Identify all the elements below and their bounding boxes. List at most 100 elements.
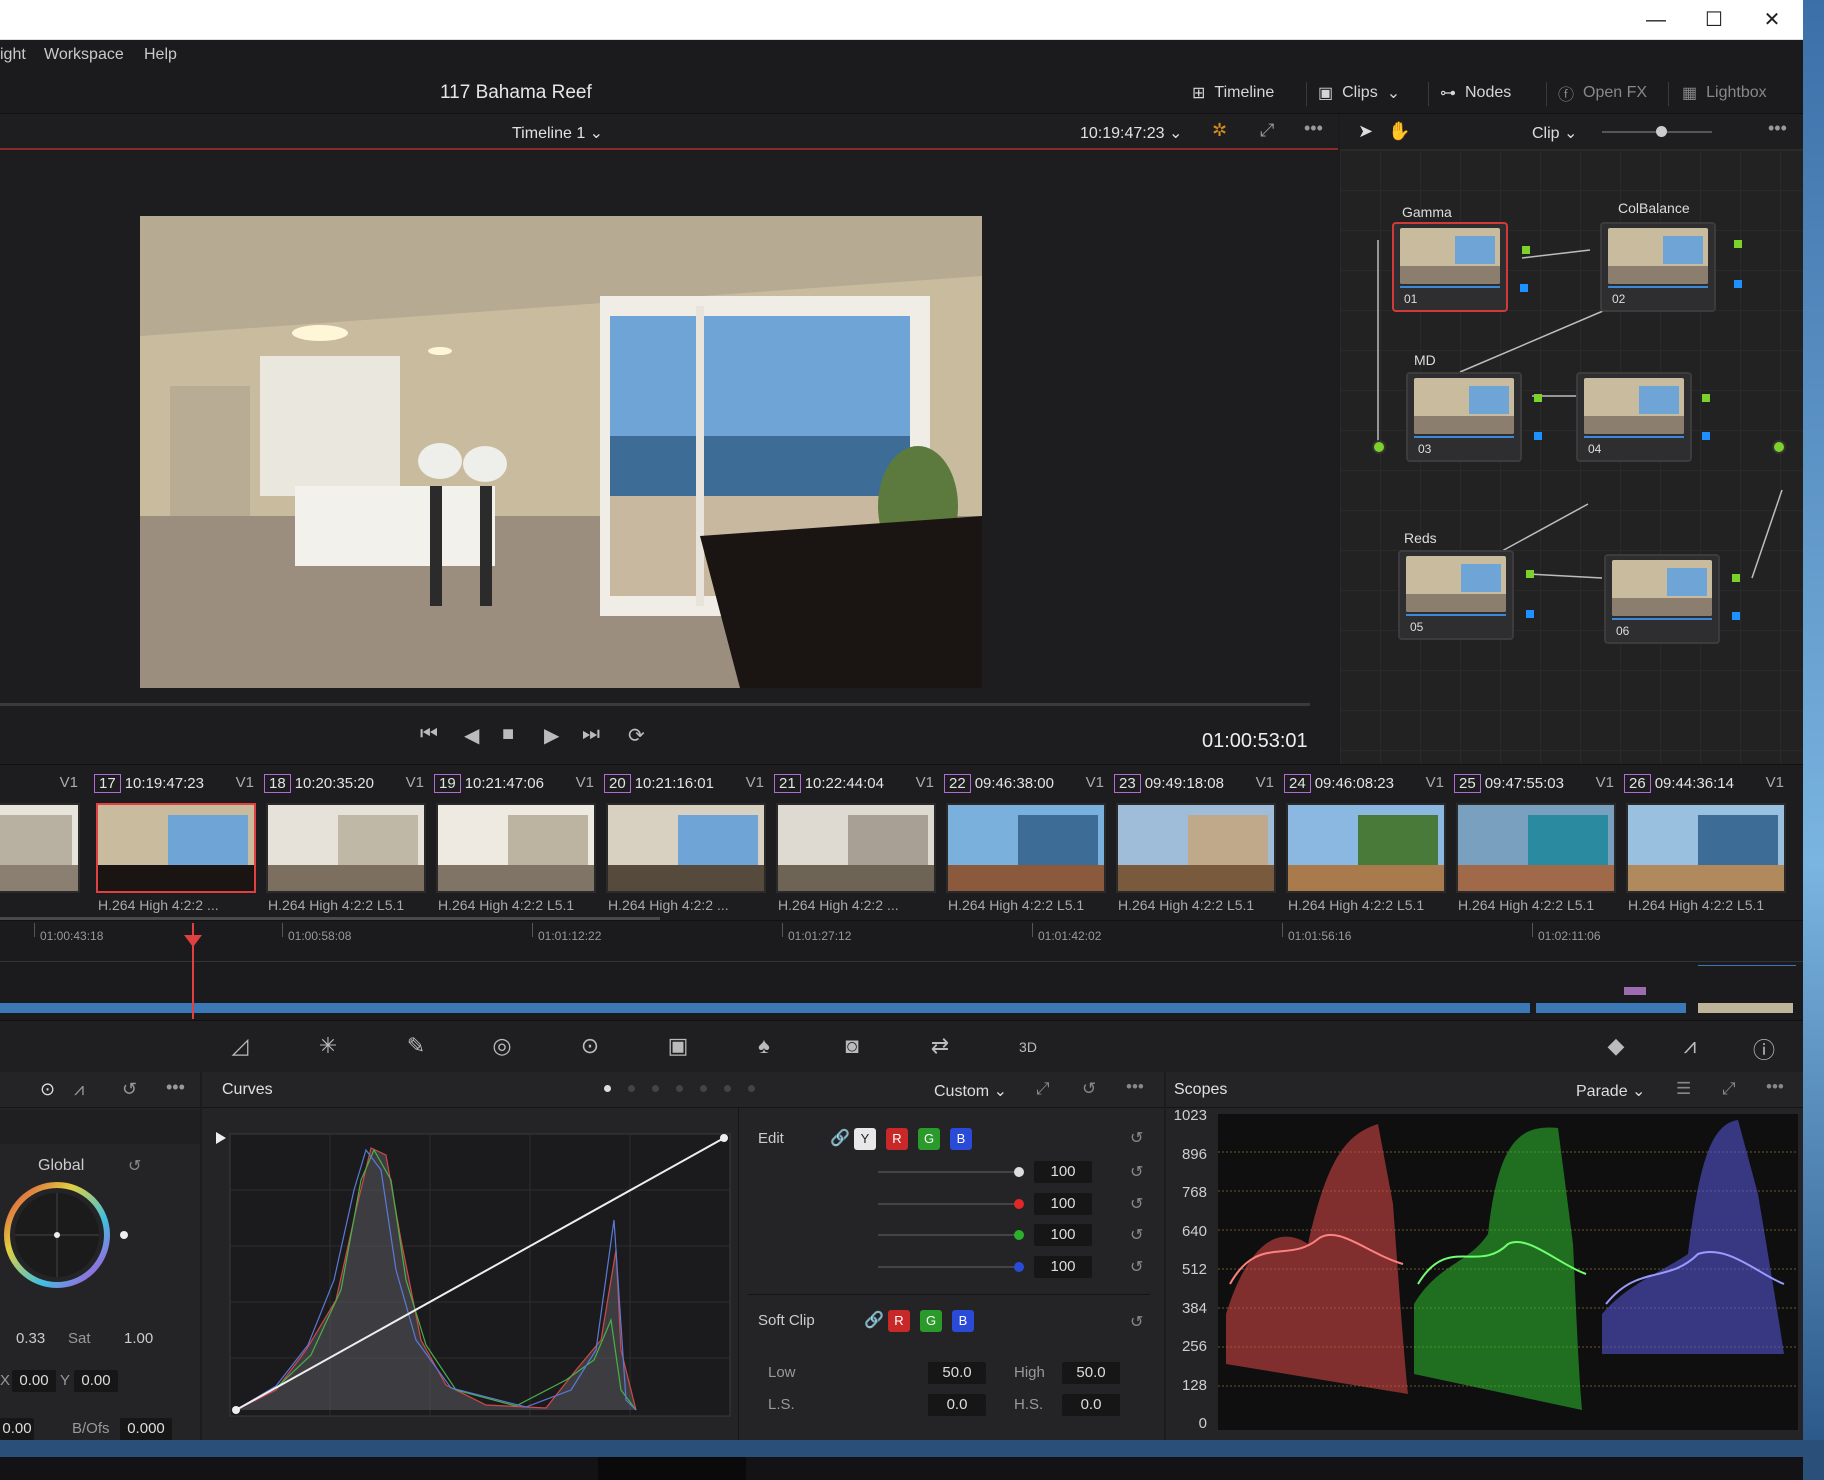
slider-handle-green[interactable] — [1014, 1230, 1024, 1240]
clip-thumbnail-item[interactable]: 22 09:46:38:00 V1 H.264 High 4:2:2 L5.1 — [944, 765, 1112, 921]
reset-icon[interactable]: ↺ — [1130, 1194, 1143, 1214]
node-output-port[interactable] — [1734, 240, 1742, 248]
tracker-icon[interactable]: ⊙ — [576, 1033, 604, 1061]
node-03[interactable]: 03 — [1406, 372, 1522, 462]
slider-handle-blue[interactable] — [1014, 1262, 1024, 1272]
menu-help[interactable]: Help — [144, 46, 177, 64]
page-dot[interactable] — [676, 1085, 683, 1092]
node-alpha-port[interactable] — [1702, 432, 1710, 440]
hs-field[interactable]: 0.0 — [1062, 1394, 1120, 1416]
more-options-icon[interactable]: ••• — [166, 1077, 185, 1098]
clip-thumbnail-item[interactable]: 19 10:21:47:06 V1 H.264 High 4:2:2 L5.1 — [434, 765, 602, 921]
clip-thumbnail-item[interactable]: 23 09:49:18:08 V1 H.264 High 4:2:2 L5.1 — [1114, 765, 1282, 921]
node-output-port[interactable] — [1534, 394, 1542, 402]
loop-icon[interactable]: ⟳ — [628, 723, 645, 748]
info-icon[interactable]: ⓘ — [1750, 1033, 1778, 1063]
node-02[interactable]: 02 — [1600, 222, 1716, 312]
timeline-toggle-button[interactable]: ⊞ Timeline — [1192, 80, 1274, 106]
source-input-port[interactable] — [1372, 440, 1386, 454]
lightbox-toggle-button[interactable]: ▦ Lightbox — [1682, 80, 1767, 106]
link-icon[interactable]: 🔗 — [830, 1128, 850, 1148]
scope-mode-selector[interactable]: Parade ⌄ — [1576, 1081, 1645, 1101]
page-dot[interactable] — [724, 1085, 731, 1092]
node-alpha-port[interactable] — [1534, 432, 1542, 440]
3d-icon[interactable]: 3D — [1014, 1039, 1042, 1067]
color-page-tab[interactable] — [598, 1457, 746, 1480]
play-reverse-icon[interactable]: ◀ — [464, 723, 479, 748]
node-04[interactable]: 04 — [1576, 372, 1692, 462]
clip-thumbnail-item[interactable]: 7:53:08V14:2:2 L5.1 — [0, 765, 86, 921]
page-dot-active[interactable] — [604, 1085, 611, 1092]
zoom-slider-handle[interactable] — [1656, 126, 1667, 137]
wheels-mode-icon[interactable]: ⊙ — [40, 1079, 55, 1100]
node-alpha-port[interactable] — [1732, 612, 1740, 620]
highlight-icon[interactable]: ✲ — [1212, 120, 1227, 141]
blur-icon[interactable]: ♠ — [750, 1033, 778, 1061]
sat-value[interactable]: 1.00 — [124, 1330, 153, 1347]
sizing-icon[interactable]: ⇄ — [926, 1033, 954, 1061]
reset-icon[interactable]: ↺ — [1130, 1257, 1143, 1277]
low-field[interactable]: 50.0 — [928, 1362, 986, 1384]
qualifier-icon[interactable]: ✎ — [402, 1033, 430, 1061]
reset-icon[interactable]: ↺ — [1130, 1128, 1143, 1148]
reset-icon[interactable]: ↺ — [128, 1156, 141, 1176]
timeline-selector[interactable]: Timeline 1 ⌄ — [512, 123, 603, 143]
maximize-button[interactable]: ☐ — [1686, 6, 1742, 34]
offset-field[interactable]: 0.00 — [0, 1418, 34, 1440]
intensity-slider-g[interactable] — [878, 1234, 1018, 1236]
channel-b-button[interactable]: B — [950, 1128, 972, 1150]
slider-handle-white[interactable] — [1014, 1167, 1024, 1177]
playhead-handle[interactable] — [184, 935, 202, 947]
scopes-icon[interactable]: ⩘ — [1676, 1033, 1704, 1061]
window-icon[interactable]: ◎ — [488, 1033, 516, 1061]
node-06[interactable]: 06 — [1604, 554, 1720, 644]
reset-icon[interactable]: ↺ — [1130, 1312, 1143, 1332]
intensity-b-field[interactable]: 100 — [1034, 1256, 1092, 1278]
clip-thumbnail-item[interactable]: 26 09:44:36:14 V1 H.264 High 4:2:2 L5.1 — [1624, 765, 1792, 921]
pointer-icon[interactable]: ➤ — [1358, 121, 1373, 142]
channel-r-button[interactable]: R — [886, 1128, 908, 1150]
clip-thumbnail-item[interactable]: 20 10:21:16:01 V1 H.264 High 4:2:2 ... — [604, 765, 772, 921]
x-field[interactable]: 0.00 — [12, 1370, 56, 1392]
menu-workspace[interactable]: Workspace — [44, 46, 124, 64]
more-options-icon[interactable]: ••• — [1768, 118, 1787, 139]
expand-icon[interactable]: ⤢ — [1036, 1079, 1050, 1099]
minimize-button[interactable]: — — [1628, 6, 1684, 34]
stop-icon[interactable]: ■ — [502, 723, 514, 746]
clip-thumbnail-item[interactable]: 25 09:47:55:03 V1 H.264 High 4:2:2 L5.1 — [1454, 765, 1622, 921]
node-output-port[interactable] — [1522, 246, 1530, 254]
clip-thumbnail-item[interactable]: 24 09:46:08:23 V1 H.264 High 4:2:2 L5.1 — [1284, 765, 1452, 921]
y-field[interactable]: 0.00 — [74, 1370, 118, 1392]
hand-icon[interactable]: ✋ — [1388, 121, 1410, 142]
clip-thumbnail-item[interactable]: 18 10:20:35:20 V1 H.264 High 4:2:2 L5.1 — [264, 765, 432, 921]
channel-y-button[interactable]: Y — [854, 1128, 876, 1150]
node-alpha-port[interactable] — [1520, 284, 1528, 292]
openfx-toggle-button[interactable]: ⓕ Open FX — [1558, 80, 1647, 106]
skip-to-end-icon[interactable]: ⏭ — [582, 723, 600, 746]
close-button[interactable]: ✕ — [1744, 6, 1800, 34]
slider-handle-red[interactable] — [1014, 1199, 1024, 1209]
play-icon[interactable]: ▶ — [544, 723, 559, 748]
more-options-icon[interactable]: ••• — [1766, 1077, 1784, 1097]
clip-thumbnail-item[interactable]: 17 10:19:47:23 V1 H.264 High 4:2:2 ... — [94, 765, 262, 921]
node-05[interactable]: 05 — [1398, 550, 1514, 640]
page-dot[interactable] — [652, 1085, 659, 1092]
channel-g-button[interactable]: G — [918, 1128, 940, 1150]
source-timecode[interactable]: 10:19:47:23 ⌄ — [1080, 123, 1182, 143]
reset-icon[interactable]: ↺ — [1130, 1225, 1143, 1245]
node-01[interactable]: 01 — [1392, 222, 1508, 312]
strip-scrollbar[interactable] — [0, 917, 660, 920]
global-wheel[interactable] — [0, 1180, 130, 1290]
node-output-port[interactable] — [1526, 570, 1534, 578]
intensity-slider-b[interactable] — [878, 1266, 1018, 1268]
curves-icon[interactable]: ◿ — [226, 1033, 254, 1061]
more-options-icon[interactable]: ••• — [1126, 1077, 1144, 1097]
curves-preset-selector[interactable]: Custom ⌄ — [934, 1081, 1007, 1101]
mini-timeline[interactable]: 01:00:43:18 01:00:58:08 01:01:12:22 01:01:2… — [0, 917, 1803, 1020]
node-output-port[interactable] — [1702, 394, 1710, 402]
intensity-slider-y[interactable] — [878, 1171, 1018, 1173]
node-alpha-port[interactable] — [1526, 610, 1534, 618]
skip-to-start-icon[interactable]: ⏮ — [420, 723, 438, 746]
clip-thumbnail-item[interactable]: 21 10:22:44:04 V1 H.264 High 4:2:2 ... — [774, 765, 942, 921]
softclip-r-button[interactable]: R — [888, 1310, 910, 1332]
